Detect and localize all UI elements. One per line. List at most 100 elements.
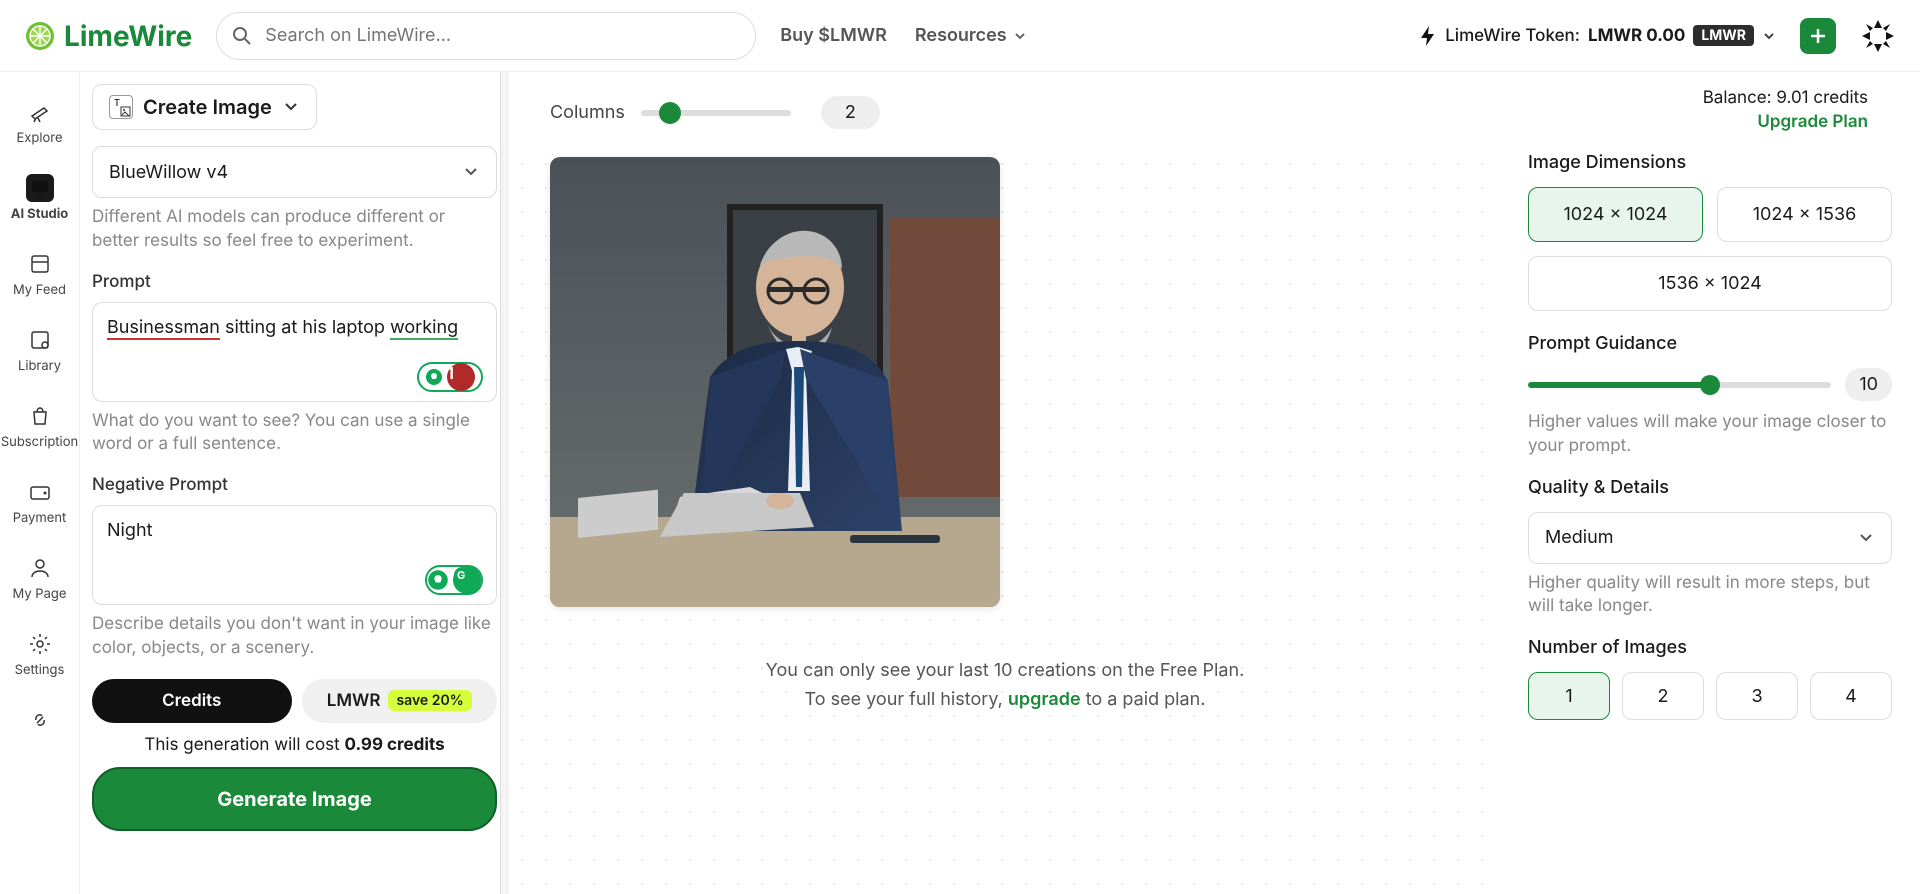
token-balance[interactable]: LimeWire Token: LMWR 0.00 LMWR xyxy=(1419,25,1776,47)
plus-icon xyxy=(1809,27,1827,45)
model-select[interactable]: BlueWillow v4 xyxy=(92,146,497,198)
slider-thumb[interactable] xyxy=(659,102,681,124)
neg-prompt-label: Negative Prompt xyxy=(92,475,497,495)
user-icon xyxy=(28,556,52,580)
dim-1536x1024[interactable]: 1536 x 1024 xyxy=(1528,256,1892,311)
feed-icon xyxy=(28,252,52,276)
sidebar-item-label: AI Studio xyxy=(11,206,69,222)
quality-help: Higher quality will result in more steps… xyxy=(1528,572,1892,620)
grammarly-suggestion[interactable]: 1 xyxy=(417,362,483,392)
grammarly-ok[interactable]: G xyxy=(425,565,483,595)
num-images-1[interactable]: 1 xyxy=(1528,672,1610,720)
neg-prompt-help: Describe details you don't want in your … xyxy=(92,613,497,661)
bag-icon xyxy=(28,404,52,428)
nav-buy-lmwr[interactable]: Buy $LMWR xyxy=(780,25,887,46)
token-label: LimeWire Token: xyxy=(1445,26,1580,46)
credits-button[interactable]: Credits xyxy=(92,679,292,723)
num-images-4[interactable]: 4 xyxy=(1810,672,1892,720)
sidebar-item-my-feed[interactable]: My Feed xyxy=(0,236,79,312)
sidebar-item-ai-studio[interactable]: AI Studio xyxy=(0,160,79,236)
top-bar: LimeWire Buy $LMWR Resources LimeWire To… xyxy=(0,0,1920,72)
token-badge: LMWR xyxy=(1693,25,1754,46)
avatar-icon xyxy=(1860,18,1896,54)
num-images-label: Number of Images xyxy=(1528,637,1892,658)
num-images-2[interactable]: 2 xyxy=(1622,672,1704,720)
avatar[interactable] xyxy=(1860,18,1896,54)
prompt-guidance-help: Higher values will make your image close… xyxy=(1528,411,1892,459)
columns-value: 2 xyxy=(821,96,880,129)
sidebar-item-subscription[interactable]: Subscription xyxy=(0,388,79,464)
bolt-icon xyxy=(1419,25,1437,47)
num-images-3[interactable]: 3 xyxy=(1716,672,1798,720)
search-wrap xyxy=(216,12,756,60)
balance-text: Balance: 9.01 credits xyxy=(1703,88,1868,108)
link-icon xyxy=(28,708,52,732)
sidebar-item-payment[interactable]: Payment xyxy=(0,464,79,540)
columns-slider[interactable] xyxy=(641,110,791,116)
grammarly-badges: G xyxy=(425,565,483,595)
svg-text:G: G xyxy=(457,568,465,582)
monitor-icon xyxy=(28,176,52,200)
dim-1024x1024[interactable]: 1024 x 1024 xyxy=(1528,187,1703,242)
create-image-label: Create Image xyxy=(143,95,272,119)
left-panel: T Create Image BlueWillow v4 Different A… xyxy=(80,72,510,894)
svg-text:T: T xyxy=(114,98,120,109)
bulb-icon xyxy=(425,368,443,386)
brand-logo[interactable]: LimeWire xyxy=(24,19,192,53)
prompt-label: Prompt xyxy=(92,272,497,292)
slider-thumb[interactable] xyxy=(1700,375,1720,395)
dim-1024x1536[interactable]: 1024 x 1536 xyxy=(1717,187,1892,242)
chevron-down-icon xyxy=(462,163,480,181)
prompt-help: What do you want to see? You can use a s… xyxy=(92,410,497,458)
sidebar-item-more[interactable] xyxy=(0,692,79,748)
chevron-down-icon xyxy=(1762,29,1776,43)
bulb-icon xyxy=(427,569,449,591)
search-input[interactable] xyxy=(216,12,756,60)
search-icon xyxy=(232,26,252,46)
brand-text: LimeWire xyxy=(64,19,192,53)
chevron-down-icon xyxy=(1013,29,1027,43)
sidebar-item-label: Subscription xyxy=(1,434,78,450)
upgrade-plan-link[interactable]: Upgrade Plan xyxy=(1757,112,1868,132)
quality-label: Quality & Details xyxy=(1528,477,1892,498)
save-pill: save 20% xyxy=(388,690,471,711)
sidebar-item-label: Payment xyxy=(13,510,67,526)
telescope-icon xyxy=(28,100,52,124)
sidebar-item-explore[interactable]: Explore xyxy=(0,84,79,160)
sidebar-item-label: My Feed xyxy=(13,282,66,298)
wallet-icon xyxy=(28,480,52,504)
prompt-guidance-slider[interactable] xyxy=(1528,382,1831,388)
lmwr-button[interactable]: LMWR save 20% xyxy=(302,679,498,723)
grammarly-error-count: 1 xyxy=(447,363,475,391)
prompt-guidance-value: 10 xyxy=(1845,368,1892,401)
nav-links: Buy $LMWR Resources xyxy=(780,25,1026,46)
create-image-icon: T xyxy=(109,95,133,119)
sidebar-item-library[interactable]: Library xyxy=(0,312,79,388)
quality-value: Medium xyxy=(1545,527,1614,548)
create-image-dropdown[interactable]: T Create Image xyxy=(92,84,317,130)
upgrade-link[interactable]: upgrade xyxy=(1008,689,1081,710)
sidebar-item-label: Explore xyxy=(16,130,62,146)
generate-button[interactable]: Generate Image xyxy=(92,767,497,831)
sidebar-item-label: Settings xyxy=(15,662,65,678)
lmwr-label: LMWR xyxy=(327,691,381,711)
sidebar-item-label: Library xyxy=(18,358,61,374)
gear-icon xyxy=(28,632,52,656)
chevron-down-icon xyxy=(1857,529,1875,547)
grammarly-check-icon: G xyxy=(453,566,481,594)
sidebar-item-my-page[interactable]: My Page xyxy=(0,540,79,616)
lime-icon xyxy=(24,20,56,52)
quality-select[interactable]: Medium xyxy=(1528,512,1892,564)
prompt-guidance-label: Prompt Guidance xyxy=(1528,333,1892,354)
history-note: You can only see your last 10 creations … xyxy=(550,657,1460,715)
right-panel: Image Dimensions 1024 x 1024 1024 x 1536… xyxy=(1500,128,1920,894)
model-value: BlueWillow v4 xyxy=(109,162,228,183)
chevron-down-icon xyxy=(282,98,300,116)
balance-area: Balance: 9.01 credits Upgrade Plan xyxy=(1679,80,1892,132)
columns-label: Columns xyxy=(550,102,625,123)
generated-image[interactable] xyxy=(550,157,1000,607)
nav-resources[interactable]: Resources xyxy=(915,25,1027,46)
nav-resources-label: Resources xyxy=(915,25,1007,46)
sidebar-item-settings[interactable]: Settings xyxy=(0,616,79,692)
add-button[interactable] xyxy=(1800,18,1836,54)
